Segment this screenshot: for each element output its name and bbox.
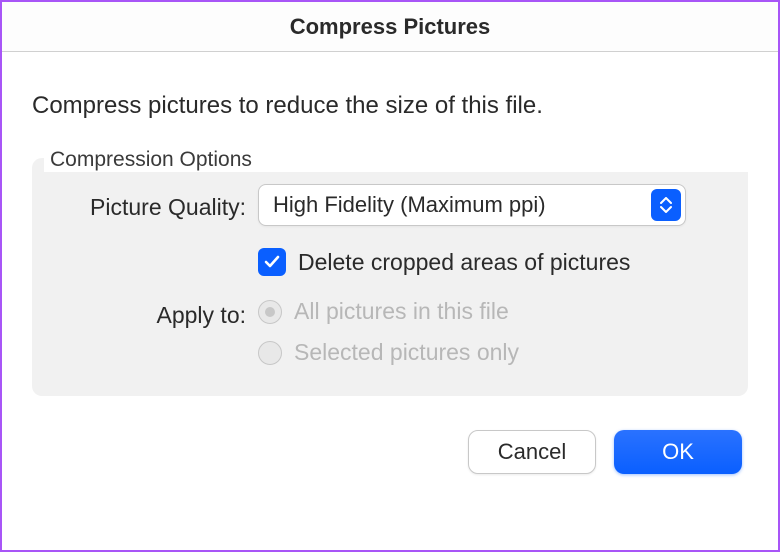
apply-to-row: Apply to: All pictures in this file Sele…: [60, 298, 720, 366]
radio-icon: [258, 300, 282, 324]
radio-all-pictures: All pictures in this file: [258, 298, 720, 325]
picture-quality-select-wrap[interactable]: High Fidelity (Maximum ppi): [258, 184, 686, 226]
dialog-content: Compress pictures to reduce the size of …: [2, 52, 778, 494]
checkbox-checked-icon: [258, 248, 286, 276]
delete-cropped-control: Delete cropped areas of pictures: [258, 248, 720, 276]
cancel-button[interactable]: Cancel: [468, 430, 596, 474]
fieldset-box: Picture Quality: High Fidelity (Maximum …: [32, 158, 748, 396]
compression-options-fieldset: Compression Options Picture Quality: Hig…: [32, 148, 748, 396]
delete-cropped-checkbox[interactable]: Delete cropped areas of pictures: [258, 248, 720, 276]
dialog-description: Compress pictures to reduce the size of …: [32, 92, 748, 120]
apply-to-control: All pictures in this file Selected pictu…: [258, 298, 720, 366]
radio-selected-pictures: Selected pictures only: [258, 339, 720, 366]
apply-to-radio-group: All pictures in this file Selected pictu…: [258, 298, 720, 366]
picture-quality-control: High Fidelity (Maximum ppi): [258, 184, 720, 226]
titlebar: Compress Pictures: [2, 2, 778, 52]
dialog-buttons: Cancel OK: [32, 430, 748, 474]
ok-button[interactable]: OK: [614, 430, 742, 474]
apply-to-label: Apply to:: [60, 298, 258, 329]
radio-selected-pictures-label: Selected pictures only: [294, 339, 519, 366]
spacer: [60, 260, 258, 264]
radio-all-pictures-label: All pictures in this file: [294, 298, 509, 325]
picture-quality-select[interactable]: High Fidelity (Maximum ppi): [258, 184, 686, 226]
fieldset-legend: Compression Options: [44, 148, 760, 172]
delete-cropped-row: Delete cropped areas of pictures: [60, 248, 720, 276]
radio-icon: [258, 341, 282, 365]
delete-cropped-label: Delete cropped areas of pictures: [298, 249, 630, 276]
picture-quality-label: Picture Quality:: [60, 190, 258, 221]
dialog-title: Compress Pictures: [290, 14, 491, 40]
picture-quality-row: Picture Quality: High Fidelity (Maximum …: [60, 184, 720, 226]
